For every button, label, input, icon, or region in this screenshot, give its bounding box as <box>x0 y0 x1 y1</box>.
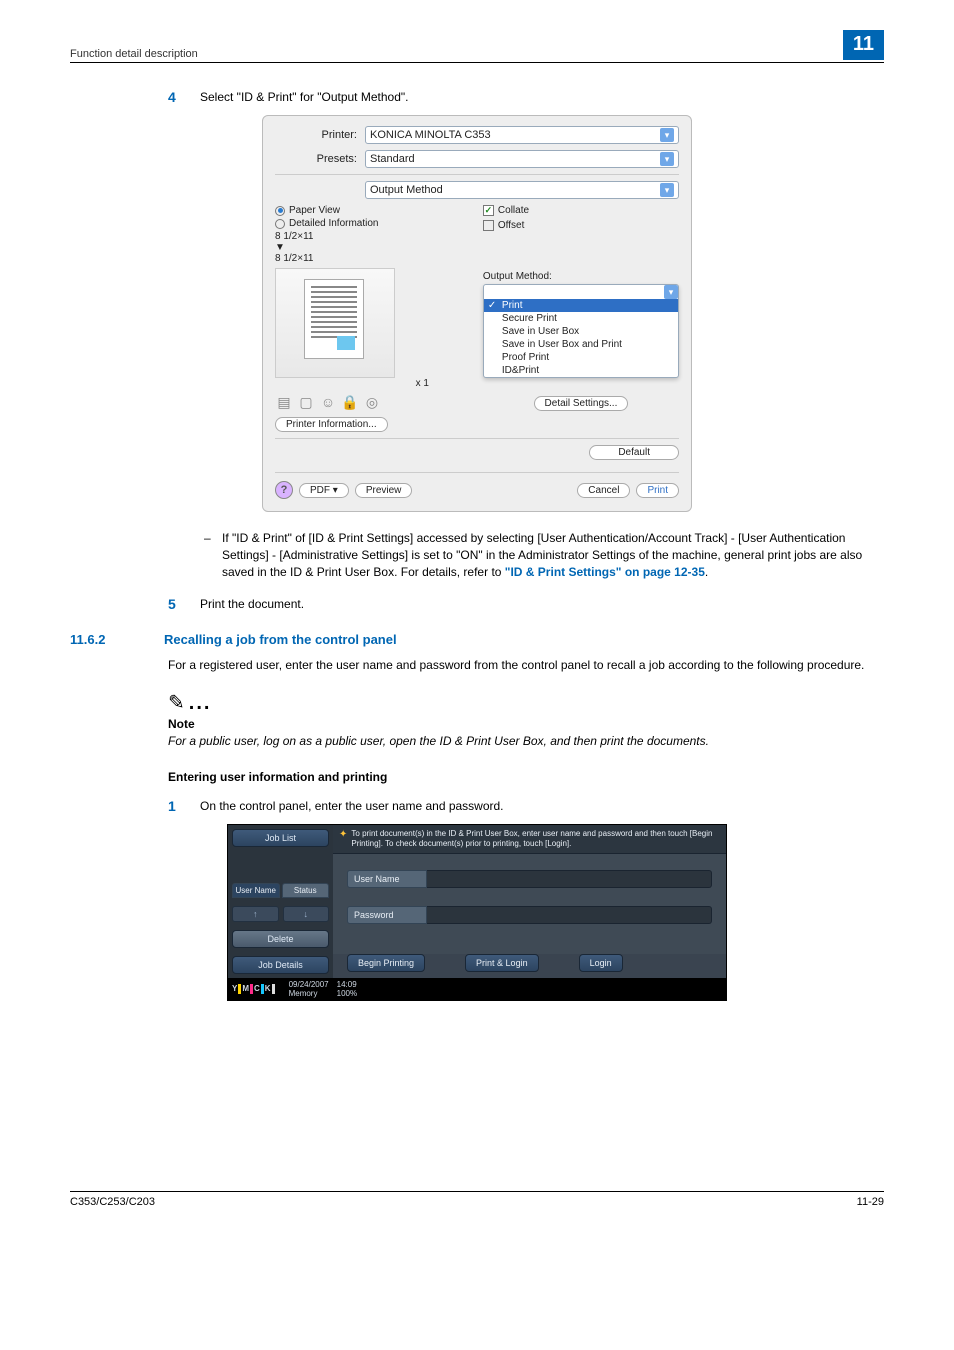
dropdown-arrow-icon: ▾ <box>660 183 674 197</box>
status-time: 14:09 <box>337 980 357 989</box>
password-label: Password <box>347 906 427 924</box>
header-section-title: Function detail description <box>70 48 198 60</box>
output-method-label: Output Method: <box>483 271 679 282</box>
status-date: 09/24/2007 <box>289 980 329 989</box>
toner-levels: Y M C K <box>232 984 275 994</box>
output-method-dropdown[interactable]: ▾ Print Secure Print Save in User Box Sa… <box>483 284 679 378</box>
radio-paper-view[interactable]: Paper View <box>275 205 469 216</box>
section-number: 11.6.2 <box>70 632 140 647</box>
dd-item-save-user-box[interactable]: Save in User Box <box>484 325 678 338</box>
print-and-login-button[interactable]: Print & Login <box>465 954 539 972</box>
footer-model: C353/C253/C203 <box>70 1196 155 1208</box>
printer-select-value: KONICA MINOLTA C353 <box>370 129 491 141</box>
dropdown-arrow-icon: ▾ <box>660 152 674 166</box>
user-icon: ☺ <box>319 393 337 411</box>
scroll-up-button[interactable]: ↑ <box>232 906 279 922</box>
dropdown-arrow-icon: ▾ <box>660 128 674 142</box>
user-name-label: User Name <box>347 870 427 888</box>
layout-icon: ▤ <box>275 393 293 411</box>
toner-y: Y <box>232 984 241 994</box>
paper-size-b: 8 1/2×11 <box>275 253 469 264</box>
begin-printing-button[interactable]: Begin Printing <box>347 954 425 972</box>
lock-icon: 🔒 <box>341 393 359 411</box>
section-paragraph: For a registered user, enter the user na… <box>168 657 884 674</box>
step-5-number: 5 <box>168 596 182 612</box>
size-arrow-icon: ▼ <box>275 242 469 253</box>
job-list-button[interactable]: Job List <box>232 829 329 847</box>
chapter-badge: 11 <box>843 30 884 60</box>
checkbox-unchecked-icon <box>483 220 494 231</box>
note-block: ✎ ... Note For a public user, log on as … <box>168 690 884 750</box>
note-heading: Note <box>168 717 884 731</box>
hint-icon: ✦ <box>339 829 347 849</box>
step-1b-number: 1 <box>168 798 182 814</box>
panel-hint: ✦ To print document(s) in the ID & Print… <box>333 825 726 854</box>
presets-select[interactable]: Standard ▾ <box>365 150 679 168</box>
preview-button[interactable]: Preview <box>355 483 413 498</box>
dd-item-print[interactable]: Print <box>484 299 678 312</box>
pane-select-value: Output Method <box>370 184 443 196</box>
copies-indicator: x 1 <box>275 378 429 389</box>
printer-select[interactable]: KONICA MINOLTA C353 ▾ <box>365 126 679 144</box>
paper-size-a: 8 1/2×11 <box>275 231 469 242</box>
dd-item-id-print[interactable]: ID&Print <box>484 364 678 377</box>
page-icon: ▢ <box>297 393 315 411</box>
cross-ref-link[interactable]: "ID & Print Settings" on page 12-35 <box>505 565 705 579</box>
password-input[interactable] <box>427 906 712 924</box>
printer-label: Printer: <box>275 129 365 141</box>
bullet-text: If "ID & Print" of [ID & Print Settings]… <box>222 530 884 580</box>
dd-item-secure-print[interactable]: Secure Print <box>484 312 678 325</box>
step-4-text: Select "ID & Print" for "Output Method". <box>200 89 884 105</box>
delete-button[interactable]: Delete <box>232 930 329 948</box>
default-button[interactable]: Default <box>589 445 679 460</box>
login-button[interactable]: Login <box>579 954 623 972</box>
note-icon: ✎ <box>168 690 185 715</box>
control-panel: Job List User Name Status ↑ ↓ Delete Job… <box>227 824 727 1001</box>
option-icons-row: ▤ ▢ ☺ 🔒 ◎ <box>275 393 469 411</box>
print-dialog: Printer: KONICA MINOLTA C353 ▾ Presets: … <box>262 115 692 512</box>
pane-select[interactable]: Output Method ▾ <box>365 181 679 199</box>
step-1b-text: On the control panel, enter the user nam… <box>200 798 884 814</box>
tab-status[interactable]: Status <box>282 883 330 898</box>
printer-information-button[interactable]: Printer Information... <box>275 417 388 432</box>
toner-c: C <box>254 984 264 994</box>
presets-label: Presets: <box>275 153 365 165</box>
subheading: Entering user information and printing <box>168 770 884 784</box>
radio-unselected-icon <box>275 219 285 229</box>
detail-settings-button[interactable]: Detail Settings... <box>534 396 629 411</box>
toner-m: M <box>242 984 253 994</box>
status-memory-value: 100% <box>337 989 357 998</box>
step-5-text: Print the document. <box>200 596 884 612</box>
section-title: Recalling a job from the control panel <box>164 632 397 647</box>
footer-page: 11-29 <box>857 1196 884 1208</box>
checkbox-checked-icon: ✓ <box>483 205 494 216</box>
help-button[interactable]: ? <box>275 481 293 499</box>
cancel-button[interactable]: Cancel <box>577 483 630 498</box>
password-field[interactable]: Password <box>347 906 712 924</box>
scroll-down-button[interactable]: ↓ <box>283 906 330 922</box>
collate-checkbox[interactable]: ✓ Collate <box>483 205 679 216</box>
stamp-icon: ◎ <box>363 393 381 411</box>
radio-selected-icon <box>275 206 285 216</box>
print-button[interactable]: Print <box>636 483 679 498</box>
dd-item-proof-print[interactable]: Proof Print <box>484 351 678 364</box>
job-details-button[interactable]: Job Details <box>232 956 329 974</box>
radio-detailed-info[interactable]: Detailed Information <box>275 218 469 229</box>
dropdown-arrow-icon: ▾ <box>664 285 678 299</box>
toner-k: K <box>265 984 275 994</box>
pdf-menu-button[interactable]: PDF ▾ <box>299 483 349 498</box>
bullet-dash: – <box>204 530 214 580</box>
user-name-input[interactable] <box>427 870 712 888</box>
note-text: For a public user, log on as a public us… <box>168 733 884 750</box>
preview-thumbnail <box>275 268 395 378</box>
status-bar: Y M C K 09/24/2007 Memory 14:09 100% <box>228 978 726 1000</box>
tab-user-name[interactable]: User Name <box>232 883 280 898</box>
status-memory-label: Memory <box>289 989 329 998</box>
user-name-field[interactable]: User Name <box>347 870 712 888</box>
dd-item-save-user-box-print[interactable]: Save in User Box and Print <box>484 338 678 351</box>
offset-checkbox[interactable]: Offset <box>483 220 679 231</box>
step-4-number: 4 <box>168 89 182 105</box>
note-dots: ... <box>189 692 212 715</box>
presets-select-value: Standard <box>370 153 415 165</box>
